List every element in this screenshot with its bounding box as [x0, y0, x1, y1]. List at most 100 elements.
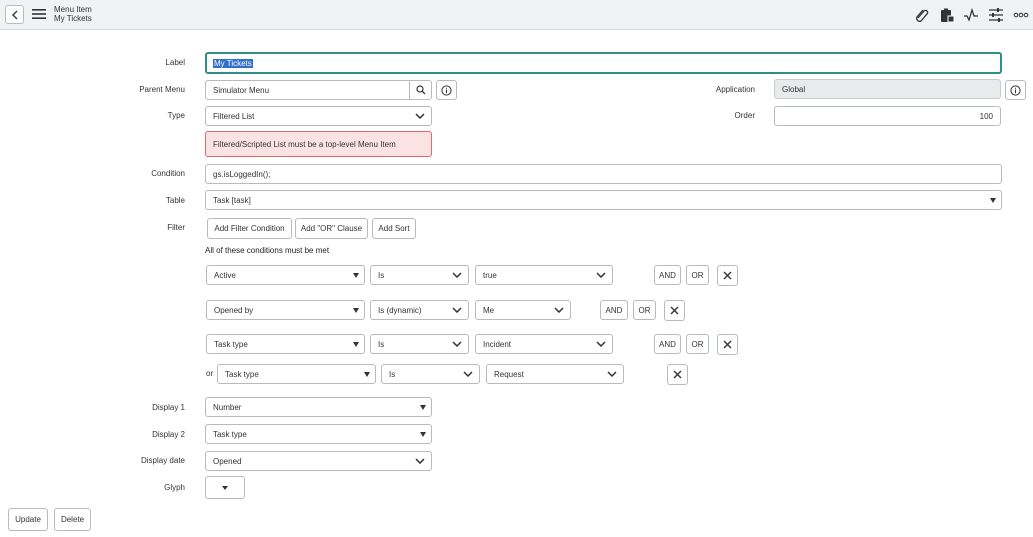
caret-down-icon — [364, 372, 370, 377]
chevron-down-icon — [463, 371, 473, 377]
table-select[interactable]: Task [task] — [205, 190, 1002, 210]
parent-menu-info-button[interactable] — [436, 80, 457, 100]
filter-row-2-operator-select[interactable]: Is (dynamic) — [370, 300, 469, 320]
close-icon — [723, 271, 732, 280]
chevron-down-icon — [415, 458, 425, 464]
label-input[interactable]: My Tickets — [205, 52, 1002, 74]
add-sort-button[interactable]: Add Sort — [372, 218, 416, 239]
back-button[interactable] — [5, 5, 24, 24]
filter-value: true — [483, 270, 497, 280]
display2-label: Display 2 — [152, 430, 185, 439]
display2-select[interactable]: Task type — [205, 424, 432, 444]
parent-menu-label: Parent Menu — [139, 85, 185, 94]
condition-input[interactable]: gs.isLoggedIn(); — [205, 164, 1002, 184]
filter-row-1-remove-button[interactable] — [717, 265, 738, 286]
filter-value: Incident — [483, 339, 512, 349]
chevron-down-icon — [452, 272, 462, 278]
application-info-button[interactable] — [1005, 80, 1026, 100]
filter-operator-value: Is — [389, 369, 396, 379]
search-icon — [416, 85, 426, 95]
record-type-title: Menu Item — [54, 5, 92, 14]
filter-row-2-or-button[interactable]: OR — [633, 300, 656, 320]
parent-menu-lookup-button[interactable] — [409, 80, 432, 100]
hamburger-menu-icon[interactable] — [32, 8, 46, 20]
filter-field-value: Task type — [225, 369, 259, 379]
filter-row-3-value-select[interactable]: Incident — [475, 334, 613, 354]
caret-down-icon — [420, 405, 426, 410]
chevron-down-icon — [607, 371, 617, 377]
filter-field-value: Task type — [214, 339, 248, 349]
caret-down-icon — [353, 342, 359, 347]
chevron-down-icon — [452, 307, 462, 313]
filter-row-2-remove-button[interactable] — [664, 300, 685, 321]
activity-icon[interactable] — [963, 7, 979, 23]
filter-operator-value: Is (dynamic) — [378, 305, 422, 315]
display-date-value: Opened — [213, 456, 242, 466]
close-icon — [670, 306, 679, 315]
filter-row-1-operator-select[interactable]: Is — [370, 265, 469, 285]
add-filter-condition-button[interactable]: Add Filter Condition — [207, 218, 292, 239]
record-name-title: My Tickets — [54, 14, 92, 23]
glyph-picker-button[interactable] — [205, 476, 245, 499]
delete-button[interactable]: Delete — [54, 508, 91, 531]
field-error-message: Filtered/Scripted List must be a top-lev… — [205, 131, 432, 157]
filter-row-1-field-select[interactable]: Active — [206, 265, 365, 285]
filter-row-4-operator-select[interactable]: Is — [381, 364, 480, 384]
update-button[interactable]: Update — [8, 508, 48, 531]
glyph-label: Glyph — [164, 483, 185, 492]
filter-row-3-remove-button[interactable] — [717, 334, 738, 355]
display2-value: Task type — [213, 429, 247, 439]
filter-row-4-field-select[interactable]: Task type — [217, 364, 376, 384]
filter-operator-value: Is — [378, 339, 385, 349]
filter-operator-value: Is — [378, 270, 385, 280]
filter-row-1-or-button[interactable]: OR — [686, 265, 709, 285]
attachment-icon[interactable] — [914, 7, 930, 23]
info-icon — [441, 84, 452, 96]
clipboard-icon[interactable] — [939, 7, 955, 23]
order-label: Order — [734, 111, 755, 120]
chevron-down-icon — [554, 307, 564, 313]
filter-row-2-value-select[interactable]: Me — [475, 300, 571, 320]
filter-row-3-or-button[interactable]: OR — [686, 334, 709, 354]
caret-down-icon — [222, 485, 228, 490]
order-input[interactable]: 100 — [774, 106, 1001, 126]
add-or-clause-button[interactable]: Add "OR" Clause — [295, 218, 368, 239]
settings-sliders-icon[interactable] — [988, 7, 1004, 23]
display1-select[interactable]: Number — [205, 397, 432, 417]
label-input-value: My Tickets — [213, 58, 253, 68]
chevron-down-icon — [452, 341, 462, 347]
chevron-down-icon — [415, 113, 425, 119]
caret-down-icon — [353, 308, 359, 313]
type-select[interactable]: Filtered List — [205, 106, 432, 126]
application-label: Application — [715, 85, 755, 94]
form-header — [0, 0, 1033, 30]
filter-row-3-and-button[interactable]: AND — [654, 334, 681, 354]
filter-row-2-field-select[interactable]: Opened by — [206, 300, 365, 320]
chevron-down-icon — [596, 272, 606, 278]
condition-label: Condition — [151, 169, 185, 178]
filter-row-4-value-select[interactable]: Request — [486, 364, 624, 384]
application-field: Global — [774, 79, 1001, 99]
filter-row-2-and-button[interactable]: AND — [600, 300, 628, 320]
caret-down-icon — [990, 198, 996, 203]
application-value: Global — [782, 84, 806, 94]
filter-row-1-and-button[interactable]: AND — [654, 265, 681, 285]
parent-menu-input[interactable]: Simulator Menu — [205, 80, 432, 100]
error-text: Filtered/Scripted List must be a top-lev… — [213, 139, 396, 149]
filter-row-3-operator-select[interactable]: Is — [370, 334, 469, 354]
more-icon[interactable] — [1013, 7, 1029, 23]
display-date-select[interactable]: Opened — [205, 451, 432, 471]
filter-field-value: Opened by — [214, 305, 254, 315]
display1-label: Display 1 — [152, 403, 185, 412]
filter-row-4-remove-button[interactable] — [667, 364, 688, 385]
display1-value: Number — [213, 402, 242, 412]
close-icon — [673, 370, 682, 379]
or-prefix-label: or — [206, 369, 214, 378]
chevron-down-icon — [596, 341, 606, 347]
filter-field-value: Active — [214, 270, 236, 280]
filter-row-1-value-select[interactable]: true — [475, 265, 613, 285]
filter-row-3-field-select[interactable]: Task type — [206, 334, 365, 354]
table-value: Task [task] — [213, 195, 251, 205]
filter-label: Filter — [167, 223, 185, 232]
order-value: 100 — [979, 111, 993, 121]
